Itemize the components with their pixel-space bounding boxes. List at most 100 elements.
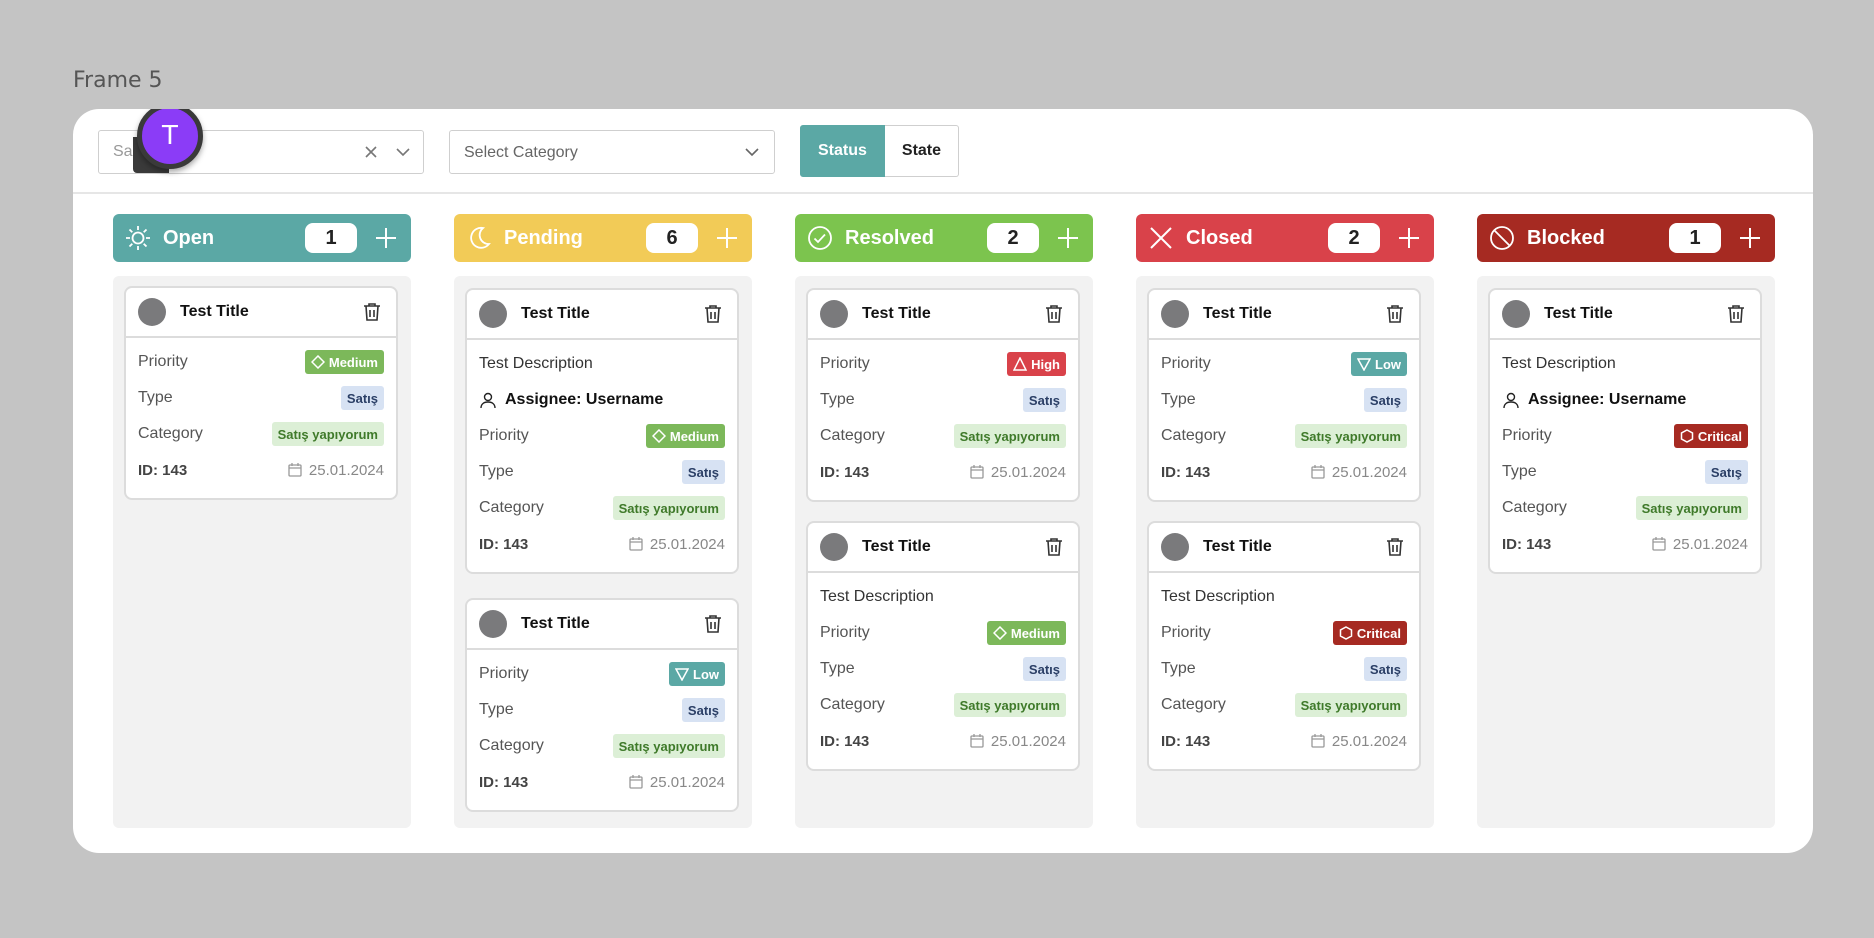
card-id: ID: 143 xyxy=(138,461,188,479)
category-badge: Satış yapıyorum xyxy=(1635,496,1748,520)
trash-icon[interactable] xyxy=(1383,302,1407,326)
task-card[interactable]: Test Title Priority Low Type Satış Categ… xyxy=(465,598,739,812)
card-body: Test Description Assignee: Username Prio… xyxy=(467,340,737,572)
frame-label: Frame 5 xyxy=(73,68,163,93)
trash-icon[interactable] xyxy=(701,302,725,326)
task-card[interactable]: Test Title Priority High Type Satış Cate… xyxy=(806,288,1080,502)
date-text: 25.01.2024 xyxy=(1331,463,1407,481)
status-tab[interactable]: Status xyxy=(800,125,885,177)
card-title: Test Title xyxy=(1203,305,1272,322)
calendar-icon xyxy=(970,465,984,479)
add-icon[interactable] xyxy=(1394,223,1424,253)
date-text: 25.01.2024 xyxy=(1672,535,1748,553)
task-card[interactable]: Test Title Priority Medium Type Satış Ca… xyxy=(124,286,398,500)
date-text: 25.01.2024 xyxy=(649,535,725,553)
column-title: Open xyxy=(163,226,215,249)
calendar-icon xyxy=(1311,465,1325,479)
card-date: 25.01.2024 xyxy=(969,733,1066,750)
trash-icon[interactable] xyxy=(701,612,725,636)
add-icon[interactable] xyxy=(371,223,401,253)
clear-icon[interactable] xyxy=(361,142,381,167)
column-count: 1 xyxy=(305,223,357,253)
calendar-icon xyxy=(288,463,302,477)
column-resolved: Resolved 2 Test Title Priority High Type… xyxy=(795,214,1093,828)
user-icon xyxy=(1503,392,1519,409)
column-header-closed: Closed 2 xyxy=(1136,214,1434,262)
type-label: Type xyxy=(820,660,855,677)
type-badge: Satış xyxy=(1704,460,1748,484)
date-text: 25.01.2024 xyxy=(649,773,725,791)
priority-badge: Low xyxy=(1351,352,1407,376)
category-badge: Satış yapıyorum xyxy=(1294,693,1407,717)
card-header: Test Title xyxy=(126,288,396,338)
priority-label: Priority xyxy=(1161,624,1211,641)
priority-badge: Medium xyxy=(304,350,384,374)
priority-row: Priority Medium xyxy=(479,418,725,454)
chevron-down-icon[interactable] xyxy=(393,142,413,167)
card-id: ID: 143 xyxy=(1161,463,1211,481)
column-title: Closed xyxy=(1186,226,1253,249)
task-card[interactable]: Test Title Test Description Priority Cri… xyxy=(1147,521,1421,771)
calendar-icon xyxy=(629,537,643,551)
column-title: Pending xyxy=(504,226,583,249)
category-label: Category xyxy=(1161,696,1226,713)
priority-label: Priority xyxy=(1502,427,1552,444)
state-tab[interactable]: State xyxy=(884,125,960,177)
card-body: Priority Low Type Satış Category Satış y… xyxy=(1149,340,1419,500)
add-icon[interactable] xyxy=(712,223,742,253)
card-date: 25.01.2024 xyxy=(628,774,725,791)
trash-icon[interactable] xyxy=(1042,302,1066,326)
type-row: Type Satış xyxy=(1502,454,1748,490)
type-label: Type xyxy=(1161,391,1196,408)
category-row: Category Satış yapıyorum xyxy=(479,490,725,526)
trash-icon[interactable] xyxy=(1042,535,1066,559)
blocked-icon xyxy=(1487,223,1517,253)
card-date: 25.01.2024 xyxy=(628,536,725,553)
task-card[interactable]: Test Title Test Description Priority Med… xyxy=(806,521,1080,771)
priority-badge: Low xyxy=(669,662,725,686)
triangle-down-icon xyxy=(1357,358,1371,371)
card-body: Priority High Type Satış Category Satış … xyxy=(808,340,1078,500)
user-icon xyxy=(480,392,496,409)
type-badge: Satış xyxy=(340,386,384,410)
card-body: Test Description Priority Critical Type … xyxy=(1149,573,1419,769)
card-id: ID: 143 xyxy=(820,732,870,750)
card-footer: ID: 143 25.01.2024 xyxy=(479,526,725,562)
type-badge: Satış xyxy=(1363,388,1407,412)
type-badge: Satış xyxy=(1022,657,1066,681)
priority-text: Medium xyxy=(1010,625,1060,641)
priority-row: Priority Low xyxy=(479,656,725,692)
priority-badge: Critical xyxy=(1673,424,1748,448)
avatar-dot xyxy=(820,533,848,561)
type-row: Type Satış xyxy=(820,382,1066,418)
trash-icon[interactable] xyxy=(360,300,384,324)
type-row: Type Satış xyxy=(138,380,384,416)
trash-icon[interactable] xyxy=(1724,302,1748,326)
date-text: 25.01.2024 xyxy=(1331,732,1407,750)
card-title: Test Title xyxy=(1203,538,1272,555)
task-card[interactable]: Test Title Test Description Assignee: Us… xyxy=(1488,288,1762,574)
card-footer: ID: 143 25.01.2024 xyxy=(1161,723,1407,759)
task-card[interactable]: Test Title Test Description Assignee: Us… xyxy=(465,288,739,574)
card-header: Test Title xyxy=(467,600,737,650)
column-header-blocked: Blocked 1 xyxy=(1477,214,1775,262)
priority-text: Medium xyxy=(669,428,719,444)
avatar-dot xyxy=(1161,300,1189,328)
category-select[interactable]: Select Category xyxy=(449,130,775,174)
trash-icon[interactable] xyxy=(1383,535,1407,559)
column-count: 1 xyxy=(1669,223,1721,253)
column-open: Open 1 Test Title Priority Medium Type S… xyxy=(113,214,411,828)
column-blocked: Blocked 1 Test Title Test Description As… xyxy=(1477,214,1775,828)
type-row: Type Satış xyxy=(479,692,725,728)
task-card[interactable]: Test Title Priority Low Type Satış Categ… xyxy=(1147,288,1421,502)
category-label: Category xyxy=(1502,499,1567,516)
diamond-icon xyxy=(310,355,325,369)
add-icon[interactable] xyxy=(1735,223,1765,253)
category-badge: Satış yapıyorum xyxy=(953,424,1066,448)
card-id: ID: 143 xyxy=(820,463,870,481)
priority-badge: Critical xyxy=(1332,621,1407,645)
column-body: Test Title Test Description Assignee: Us… xyxy=(454,276,752,828)
card-assignee: Assignee: Username xyxy=(479,382,725,418)
category-label: Category xyxy=(820,696,885,713)
add-icon[interactable] xyxy=(1053,223,1083,253)
